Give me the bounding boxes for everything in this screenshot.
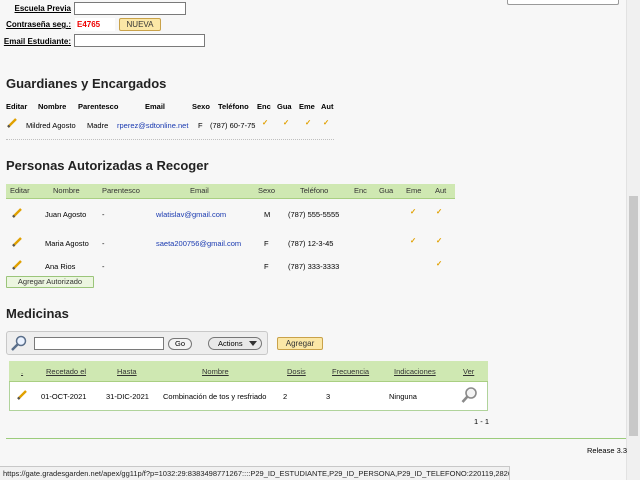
check-icon: ✓ (283, 118, 290, 127)
chevron-down-icon (249, 341, 257, 346)
guardian-telefono: (787) 60-7-75 (210, 121, 256, 130)
vertical-scrollbar[interactable] (626, 0, 640, 480)
col-email: Email (190, 186, 209, 195)
col-eme: Eme (299, 102, 315, 111)
med-indicaciones: Ninguna (389, 392, 417, 401)
col-eme: Eme (406, 186, 422, 195)
guardian-parentesco: Madre (87, 121, 109, 130)
person-email[interactable]: saeta200756@gmail.com (156, 239, 241, 248)
pagination: 1 - 1 (474, 417, 490, 426)
col-editar: Editar (6, 102, 28, 111)
email-estudiante-input[interactable] (74, 34, 205, 47)
col-gua: Gua (379, 186, 394, 195)
col-recetado[interactable]: Recetado el (46, 367, 86, 376)
col-sexo: Sexo (192, 102, 210, 111)
email-estudiante-label: Email Estudiante: (3, 37, 71, 46)
person-parentesco: - (102, 262, 105, 271)
password-label: Contraseña seg.: (6, 20, 71, 29)
agregar-autorizado-button[interactable]: Agregar Autorizado (6, 276, 94, 288)
person-nombre: Maria Agosto (45, 239, 89, 248)
col-editar: Editar (10, 186, 30, 195)
col-nombre: Nombre (53, 186, 80, 195)
col-email: Email (145, 102, 166, 111)
nueva-button[interactable]: NUEVA (119, 18, 161, 31)
col-indicaciones[interactable]: Indicaciones (394, 367, 436, 376)
col-aut: Aut (321, 102, 334, 111)
person-sexo: F (264, 262, 269, 271)
col-parentesco: Parentesco (78, 102, 119, 111)
check-icon: ✓ (410, 236, 417, 245)
col-hasta[interactable]: Hasta (117, 367, 137, 376)
actions-button[interactable]: Actions (208, 337, 262, 350)
check-icon: ✓ (262, 118, 269, 127)
divider (6, 139, 334, 140)
actions-label: Actions (218, 339, 243, 348)
escuela-previa-input[interactable] (74, 2, 186, 15)
go-button[interactable]: Go (168, 338, 192, 350)
med-hasta: 31-DIC-2021 (106, 392, 149, 401)
medicines-title: Medicinas (6, 306, 69, 321)
check-icon: ✓ (410, 207, 417, 216)
col-dosis[interactable]: Dosis (287, 367, 306, 376)
med-nombre: Combinación de tos y resfriado (163, 392, 267, 401)
person-sexo: F (264, 239, 269, 248)
col-dot: . (21, 367, 24, 376)
escuela-previa-label: Escuela Previa (14, 4, 71, 13)
footer-divider (6, 438, 626, 439)
check-icon: ✓ (436, 207, 443, 216)
pencil-icon[interactable] (16, 390, 28, 400)
col-enc: Enc (354, 186, 367, 195)
release-label: Release 3.3 (587, 446, 628, 455)
check-icon: ✓ (305, 118, 312, 127)
password-value: E4765 (75, 18, 115, 31)
person-parentesco: - (102, 210, 105, 219)
magnifier-view-icon[interactable] (461, 386, 478, 404)
check-icon: ✓ (323, 118, 330, 127)
pencil-icon[interactable] (11, 237, 23, 247)
pencil-icon[interactable] (11, 260, 23, 270)
guardian-sexo: F (198, 121, 203, 130)
search-icon[interactable] (10, 334, 28, 352)
col-frecuencia[interactable]: Frecuencia (332, 367, 369, 376)
person-parentesco: - (102, 239, 105, 248)
check-icon: ✓ (436, 236, 443, 245)
med-recetado: 01-OCT-2021 (41, 392, 87, 401)
col-parentesco: Parentesco (102, 186, 140, 195)
col-telefono: Teléfono (300, 186, 329, 195)
authorized-header-row: Editar Nombre Parentesco Email Sexo Telé… (6, 184, 455, 199)
person-sexo: M (264, 210, 271, 219)
top-input-box[interactable] (507, 0, 619, 5)
col-telefono: Teléfono (218, 102, 249, 111)
agregar-button[interactable]: Agregar (277, 337, 323, 350)
person-telefono: (787) 333-3333 (288, 262, 340, 271)
col-enc: Enc (257, 102, 271, 111)
authorized-title: Personas Autorizadas a Recoger (6, 158, 209, 173)
col-nombre: Nombre (38, 102, 67, 111)
status-bar: https://gate.gradesgarden.net/apex/gg11p… (0, 466, 510, 480)
col-ver[interactable]: Ver (463, 367, 474, 376)
med-frecuencia: 3 (326, 392, 331, 401)
guardians-title: Guardianes y Encargados (6, 76, 167, 91)
guardian-nombre: Mildred Agosto (26, 121, 76, 130)
check-icon: ✓ (436, 259, 443, 268)
col-sexo: Sexo (258, 186, 276, 195)
pencil-icon[interactable] (11, 208, 23, 218)
col-gua: Gua (277, 102, 292, 111)
medicines-header-row: . Recetado el Hasta Nombre Dosis Frecuen… (9, 361, 488, 382)
col-nombre[interactable]: Nombre (202, 367, 229, 376)
search-input[interactable] (34, 337, 164, 350)
person-email[interactable]: wlatislav@gmail.com (156, 210, 226, 219)
person-nombre: Ana Rios (45, 262, 76, 271)
col-aut: Aut (435, 186, 447, 195)
pencil-icon[interactable] (6, 118, 18, 128)
person-telefono: (787) 12-3-45 (288, 239, 334, 248)
guardian-email[interactable]: rperez@sdtonline.net (117, 121, 188, 130)
person-telefono: (787) 555-5555 (288, 210, 340, 219)
scrollbar-thumb[interactable] (629, 196, 638, 436)
person-nombre: Juan Agosto (45, 210, 87, 219)
med-dosis: 2 (283, 392, 288, 401)
